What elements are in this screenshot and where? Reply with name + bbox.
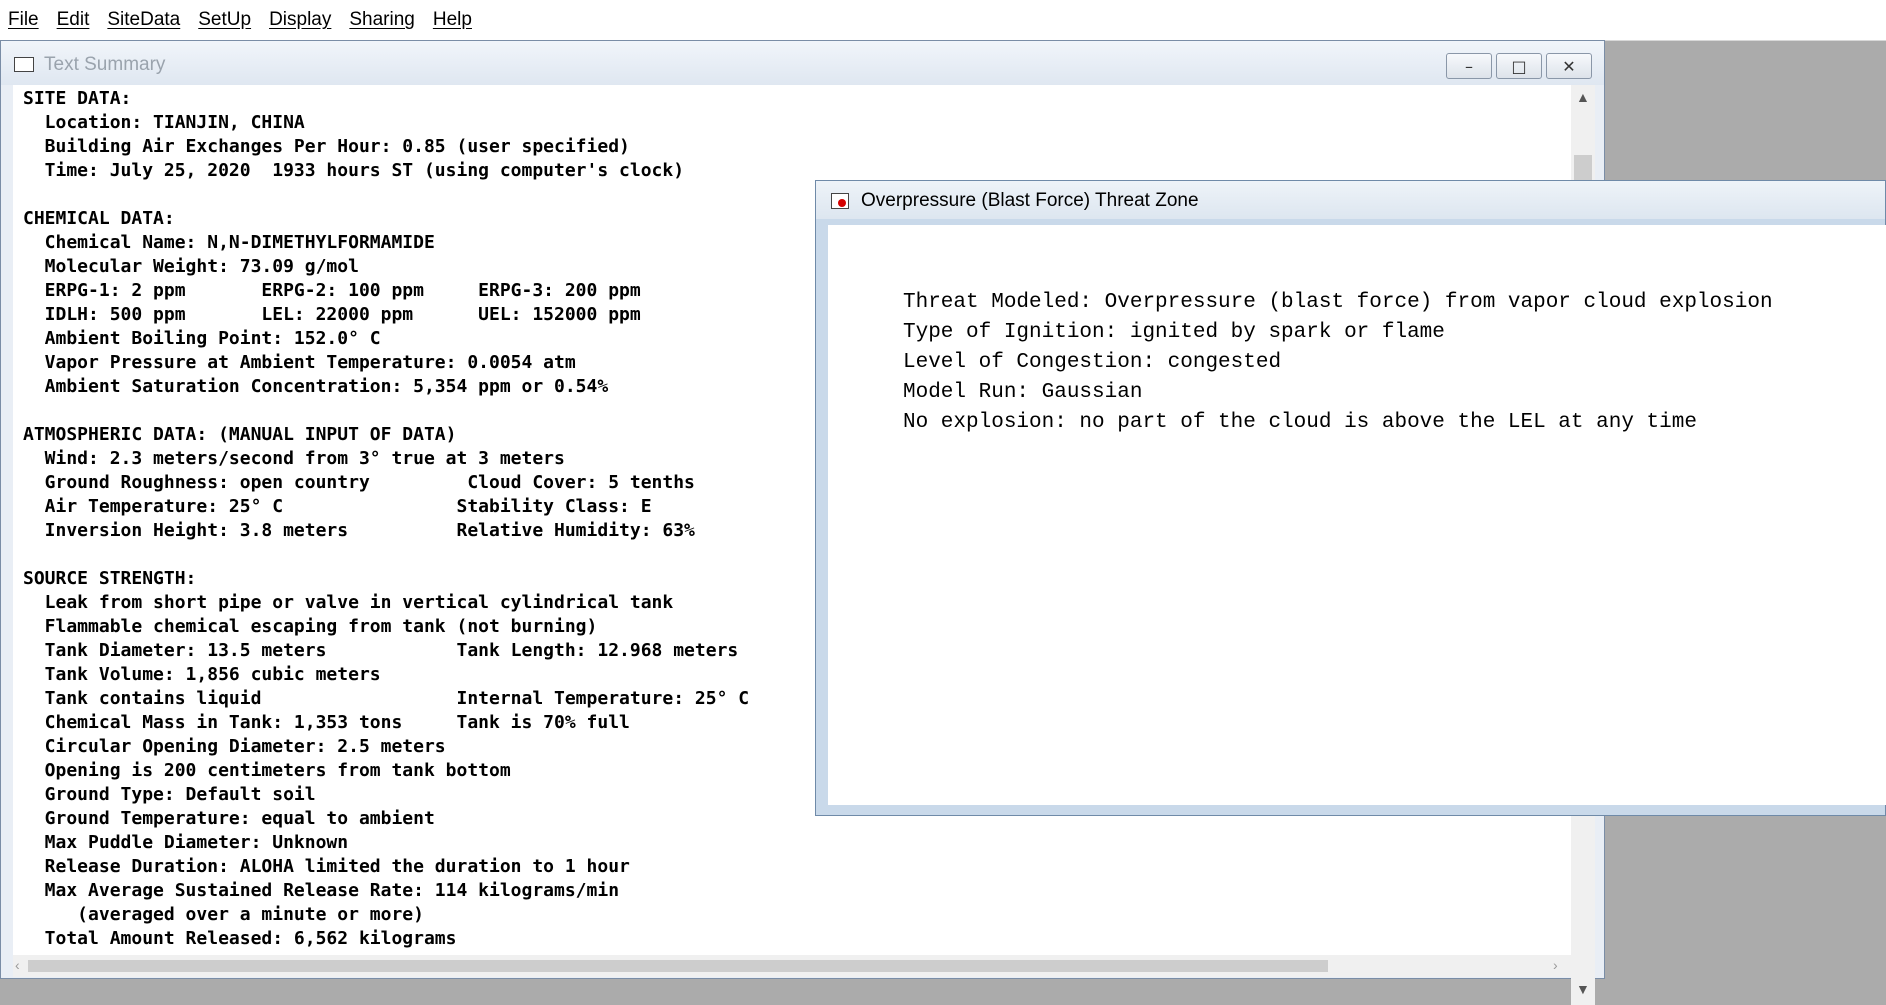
threat-zone-window: Overpressure (Blast Force) Threat Zone T…: [815, 180, 1886, 816]
scroll-down-icon[interactable]: ▼: [1576, 981, 1590, 997]
text-line: CHEMICAL DATA:: [23, 208, 175, 229]
text-line: Max Puddle Diameter: Unknown: [23, 832, 349, 853]
text-line: Circular Opening Diameter: 2.5 meters: [23, 736, 446, 757]
text-line: Wind: 2.3 meters/second from 3° true at …: [23, 448, 565, 469]
text-line: Vapor Pressure at Ambient Temperature: 0…: [23, 352, 576, 373]
text-line: Release Duration: ALOHA limited the dura…: [23, 856, 630, 877]
text-line: Location: TIANJIN, CHINA: [23, 112, 305, 133]
text-line: Threat Modeled: Overpressure (blast forc…: [903, 291, 1773, 314]
text-line: Inversion Height: 3.8 meters Relative Hu…: [23, 520, 695, 541]
text-line: ERPG-1: 2 ppm ERPG-2: 100 ppm ERPG-3: 20…: [23, 280, 641, 301]
text-line: Flammable chemical escaping from tank (n…: [23, 616, 598, 637]
horizontal-scroll-thumb[interactable]: [28, 960, 1328, 972]
threat-zone-window-icon: [831, 193, 849, 209]
menu-bar: File Edit SiteData SetUp Display Sharing…: [0, 0, 1886, 41]
threat-zone-body: Threat Modeled: Overpressure (blast forc…: [828, 225, 1886, 438]
text-line: SITE DATA:: [23, 88, 132, 109]
text-line: Level of Congestion: congested: [903, 351, 1282, 374]
text-line: Ground Type: Default soil: [23, 784, 316, 805]
text-summary-titlebar[interactable]: Text Summary – □ ✕: [1, 41, 1604, 85]
menu-edit[interactable]: Edit: [49, 9, 100, 31]
threat-zone-titlebar[interactable]: Overpressure (Blast Force) Threat Zone: [816, 181, 1885, 219]
scroll-up-icon[interactable]: ▲: [1576, 89, 1590, 105]
red-dot-icon: [838, 199, 846, 207]
text-line: Building Air Exchanges Per Hour: 0.85 (u…: [23, 136, 630, 157]
document-window-icon: [14, 57, 34, 72]
threat-zone-title: Overpressure (Blast Force) Threat Zone: [861, 190, 1199, 211]
text-summary-title: Text Summary: [44, 54, 166, 75]
text-line: Ambient Saturation Concentration: 5,354 …: [23, 376, 609, 397]
text-line: No explosion: no part of the cloud is ab…: [903, 411, 1697, 434]
text-line: Air Temperature: 25° C Stability Class: …: [23, 496, 652, 517]
menu-setup[interactable]: SetUp: [190, 9, 261, 31]
text-line: Time: July 25, 2020 1933 hours ST (using…: [23, 160, 685, 181]
minimize-button[interactable]: –: [1446, 53, 1492, 79]
menu-file[interactable]: File: [0, 9, 49, 31]
menu-display[interactable]: Display: [261, 9, 341, 31]
text-line: Total Amount Released: 6,562 kilograms: [23, 928, 457, 949]
text-line: (averaged over a minute or more): [23, 904, 424, 925]
close-button[interactable]: ✕: [1546, 53, 1592, 79]
text-line: Max Average Sustained Release Rate: 114 …: [23, 880, 620, 901]
scroll-left-icon[interactable]: ‹: [15, 957, 20, 973]
text-line: Ground Temperature: equal to ambient: [23, 808, 435, 829]
threat-zone-content: Threat Modeled: Overpressure (blast forc…: [828, 225, 1886, 805]
close-icon: ✕: [1562, 56, 1576, 76]
text-line: Type of Ignition: ignited by spark or fl…: [903, 321, 1445, 344]
text-line: Ground Roughness: open country Cloud Cov…: [23, 472, 695, 493]
minimize-icon: –: [1465, 56, 1473, 76]
horizontal-scrollbar[interactable]: ‹ ›: [13, 955, 1571, 977]
menu-help[interactable]: Help: [425, 9, 482, 31]
text-line: Chemical Name: N,N-DIMETHYLFORMAMIDE: [23, 232, 435, 253]
text-line: Tank Diameter: 13.5 meters Tank Length: …: [23, 640, 739, 661]
text-summary-window-controls: – □ ✕: [1446, 53, 1592, 79]
text-line: Opening is 200 centimeters from tank bot…: [23, 760, 511, 781]
maximize-icon: □: [1511, 56, 1527, 76]
text-line: Ambient Boiling Point: 152.0° C: [23, 328, 381, 349]
text-line: Chemical Mass in Tank: 1,353 tons Tank i…: [23, 712, 630, 733]
scroll-right-icon[interactable]: ›: [1553, 957, 1558, 973]
maximize-button[interactable]: □: [1496, 53, 1542, 79]
text-line: Model Run: Gaussian: [903, 381, 1143, 404]
text-line: Leak from short pipe or valve in vertica…: [23, 592, 674, 613]
text-line: Molecular Weight: 73.09 g/mol: [23, 256, 359, 277]
text-line: Tank Volume: 1,856 cubic meters: [23, 664, 381, 685]
text-line: SOURCE STRENGTH:: [23, 568, 197, 589]
menu-sitedata[interactable]: SiteData: [99, 9, 190, 31]
menu-sharing[interactable]: Sharing: [341, 9, 425, 31]
text-line: IDLH: 500 ppm LEL: 22000 ppm UEL: 152000…: [23, 304, 641, 325]
text-line: Tank contains liquid Internal Temperatur…: [23, 688, 750, 709]
text-line: ATMOSPHERIC DATA: (MANUAL INPUT OF DATA): [23, 424, 457, 445]
